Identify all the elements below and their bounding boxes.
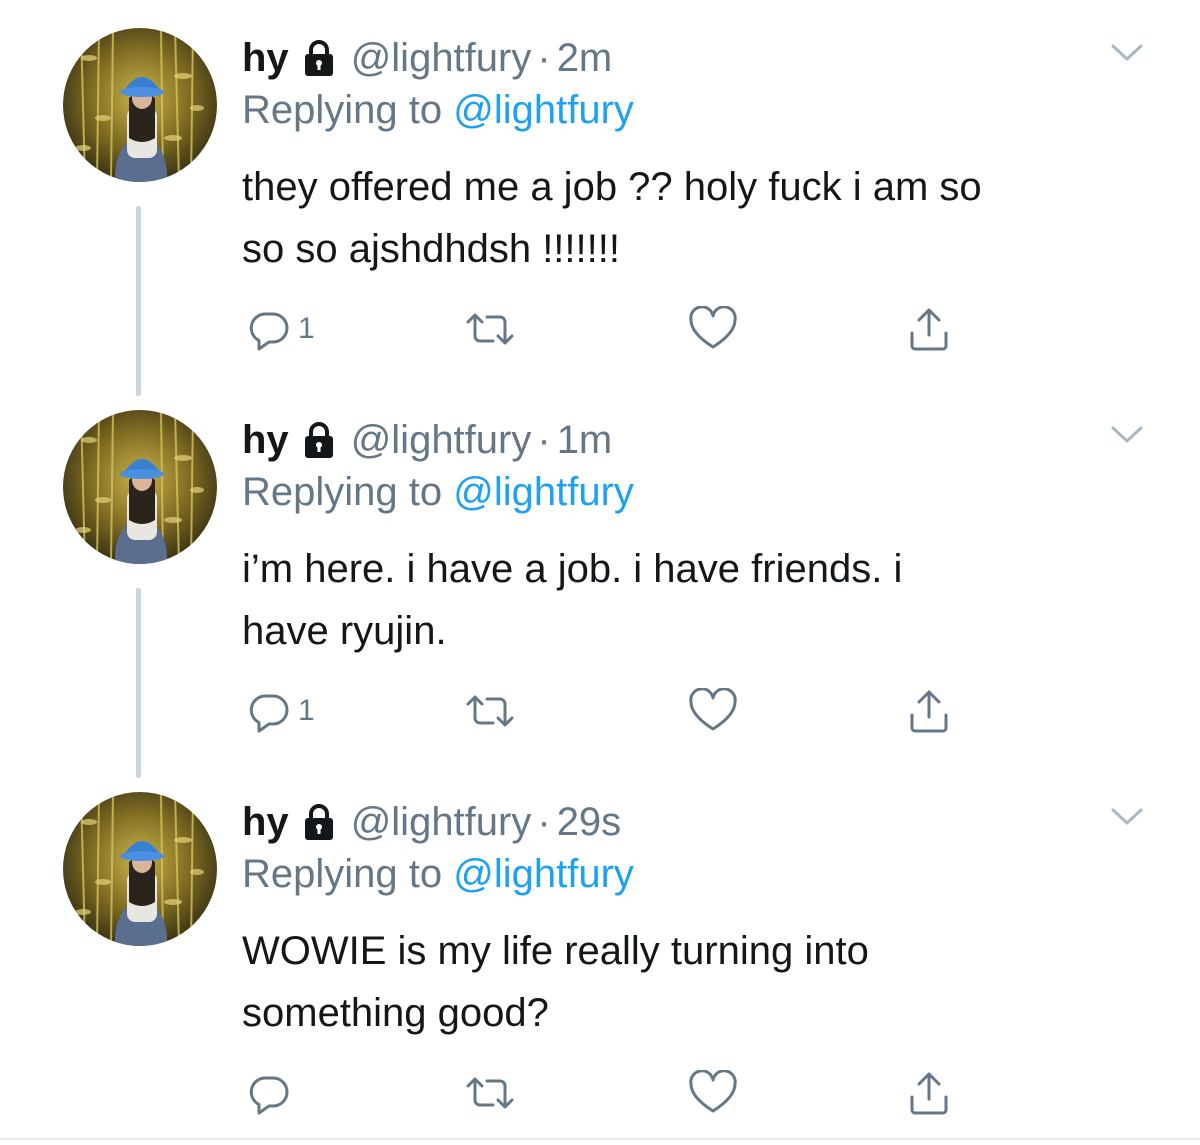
reply-button[interactable]: 1 bbox=[246, 687, 315, 735]
chevron-down-icon[interactable] bbox=[1110, 42, 1144, 64]
replying-to-mention[interactable]: @lightfury bbox=[453, 852, 634, 896]
tweet-text-line: so so ajshdhdsh !!!!!!! bbox=[242, 227, 620, 271]
replying-to-mention[interactable]: @lightfury bbox=[453, 470, 634, 514]
lock-icon bbox=[299, 38, 339, 78]
tweet[interactable]: hy @lightfury · 2m Replying to @lightfur… bbox=[0, 0, 1200, 396]
chevron-down-icon[interactable] bbox=[1110, 806, 1144, 828]
heart-icon bbox=[688, 306, 738, 352]
timestamp[interactable]: 2m bbox=[557, 36, 613, 81]
heart-icon bbox=[688, 688, 738, 734]
tweet-header: hy @lightfury · 1m bbox=[242, 410, 612, 470]
share-button[interactable] bbox=[906, 305, 952, 353]
reply-icon bbox=[246, 688, 292, 734]
thread-connector-line bbox=[136, 588, 141, 778]
replying-to-line: Replying to @lightfury bbox=[242, 88, 634, 133]
replying-to-label: Replying to bbox=[242, 852, 443, 896]
user-handle[interactable]: @lightfury bbox=[351, 800, 532, 845]
avatar[interactable] bbox=[63, 792, 217, 946]
tweet-header: hy @lightfury · 29s bbox=[242, 792, 621, 852]
timestamp[interactable]: 1m bbox=[557, 418, 613, 463]
heart-icon bbox=[688, 1070, 738, 1116]
share-icon bbox=[906, 305, 952, 353]
separator-dot: · bbox=[537, 799, 551, 844]
retweet-button[interactable] bbox=[464, 687, 516, 735]
tweet-text: WOWIE is my life really turning into som… bbox=[242, 920, 1142, 1044]
tweet-header: hy @lightfury · 2m bbox=[242, 28, 612, 88]
separator-dot: · bbox=[537, 35, 551, 80]
share-button[interactable] bbox=[906, 687, 952, 735]
replying-to-label: Replying to bbox=[242, 88, 443, 132]
user-handle[interactable]: @lightfury bbox=[351, 36, 532, 81]
avatar[interactable] bbox=[63, 410, 217, 564]
replying-to-label: Replying to bbox=[242, 470, 443, 514]
retweet-button[interactable] bbox=[464, 1069, 516, 1117]
like-button[interactable] bbox=[688, 1069, 738, 1117]
tweet-text-line: i’m here. i have a job. i have friends. … bbox=[242, 547, 903, 591]
retweet-button[interactable] bbox=[464, 305, 516, 353]
retweet-icon bbox=[464, 688, 516, 734]
tweet[interactable]: hy @lightfury · 1m Replying to @lightfur… bbox=[0, 382, 1200, 778]
replying-to-line: Replying to @lightfury bbox=[242, 470, 634, 515]
timestamp[interactable]: 29s bbox=[557, 800, 622, 845]
share-icon bbox=[906, 687, 952, 735]
divider bbox=[0, 1138, 1200, 1140]
thread-connector-line bbox=[136, 206, 141, 396]
reply-icon bbox=[246, 306, 292, 352]
separator-dot: · bbox=[537, 417, 551, 462]
tweet-thread: hy @lightfury · 2m Replying to @lightfur… bbox=[0, 0, 1200, 1144]
retweet-icon bbox=[464, 306, 516, 352]
tweet-text-line: something good? bbox=[242, 991, 549, 1035]
like-button[interactable] bbox=[688, 305, 738, 353]
like-button[interactable] bbox=[688, 687, 738, 735]
reply-count: 1 bbox=[298, 694, 315, 727]
tweet-text: i’m here. i have a job. i have friends. … bbox=[242, 538, 1142, 662]
tweet-text-line: have ryujin. bbox=[242, 609, 447, 653]
tweet-actions bbox=[246, 1069, 966, 1117]
reply-button[interactable]: 1 bbox=[246, 305, 315, 353]
replying-to-mention[interactable]: @lightfury bbox=[453, 88, 634, 132]
user-handle[interactable]: @lightfury bbox=[351, 418, 532, 463]
chevron-down-icon[interactable] bbox=[1110, 424, 1144, 446]
tweet[interactable]: hy @lightfury · 29s Replying to @lightfu… bbox=[0, 764, 1200, 1145]
tweet-text-line: WOWIE is my life really turning into bbox=[242, 929, 869, 973]
reply-button[interactable] bbox=[246, 1069, 298, 1117]
tweet-actions: 1 bbox=[246, 687, 966, 735]
reply-count: 1 bbox=[298, 312, 315, 345]
reply-icon bbox=[246, 1070, 292, 1116]
tweet-actions: 1 bbox=[246, 305, 966, 353]
lock-icon bbox=[299, 802, 339, 842]
tweet-text-line: they offered me a job ?? holy fuck i am … bbox=[242, 165, 982, 209]
retweet-icon bbox=[464, 1070, 516, 1116]
avatar[interactable] bbox=[63, 28, 217, 182]
display-name[interactable]: hy bbox=[242, 800, 289, 845]
share-button[interactable] bbox=[906, 1069, 952, 1117]
share-icon bbox=[906, 1069, 952, 1117]
display-name[interactable]: hy bbox=[242, 418, 289, 463]
lock-icon bbox=[299, 420, 339, 460]
replying-to-line: Replying to @lightfury bbox=[242, 852, 634, 897]
tweet-text: they offered me a job ?? holy fuck i am … bbox=[242, 156, 1142, 280]
display-name[interactable]: hy bbox=[242, 36, 289, 81]
